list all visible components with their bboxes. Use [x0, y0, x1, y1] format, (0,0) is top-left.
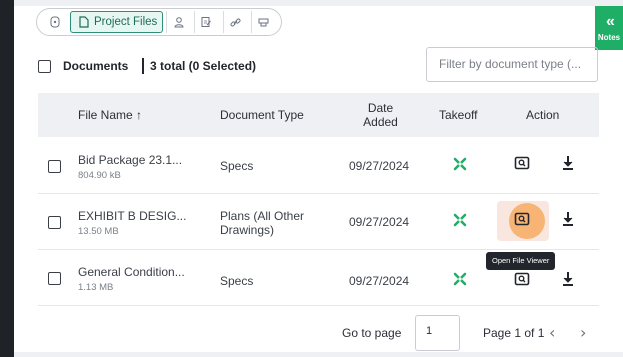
document-type: Specs [220, 274, 254, 288]
column-document-type: Document Type [220, 108, 304, 122]
file-size: 804.90 kB [78, 170, 121, 181]
file-name[interactable]: EXHIBIT B DESIG... [78, 209, 186, 223]
view-file-icon[interactable] [514, 155, 530, 171]
table-row: EXHIBIT B DESIG... 13.50 MB Plans (All O… [38, 194, 599, 250]
sort-arrow-up-icon: ↑ [136, 108, 143, 122]
download-icon[interactable] [562, 155, 574, 171]
document-type-filter[interactable]: Filter by document type (... [426, 47, 598, 82]
bottom-strip [14, 352, 623, 357]
row-checkbox[interactable] [48, 216, 61, 229]
tab-contacts[interactable] [166, 11, 190, 33]
date-added: 09/27/2024 [349, 159, 410, 173]
person-icon [173, 17, 184, 28]
file-icon [79, 16, 89, 28]
header-divider [142, 58, 144, 74]
documents-title: Documents [63, 59, 129, 73]
file-name[interactable]: General Condition... [78, 265, 185, 279]
notes-label: Notes [597, 33, 621, 42]
notes-button[interactable]: « Notes [595, 6, 623, 50]
column-file-name[interactable]: File Name ↑ [78, 108, 142, 122]
table-header: File Name ↑ Document Type Date Added Tak… [38, 93, 599, 137]
takeoff-icon[interactable] [452, 212, 468, 228]
page-of-label: Page 1 of 1 [483, 326, 545, 340]
document-icon [50, 16, 60, 28]
table-row: Bid Package 23.1... 804.90 kB Specs 09/2… [38, 138, 599, 194]
tab-label: Project Files [94, 16, 158, 28]
window-frame-left [0, 0, 14, 357]
tab-project-files[interactable]: Project Files [70, 11, 163, 33]
document-type: Plans (All Other Drawings) [220, 209, 305, 237]
file-name[interactable]: Bid Package 23.1... [78, 153, 182, 167]
double-chevron-left-icon: « [606, 13, 615, 30]
takeoff-icon[interactable] [452, 271, 468, 287]
download-icon[interactable] [562, 211, 574, 227]
file-size: 1.13 MB [78, 282, 114, 293]
link-icon [230, 18, 241, 26]
top-strip [14, 0, 623, 6]
go-to-page-label: Go to page [342, 326, 402, 340]
chevron-right-icon[interactable]: › [580, 323, 586, 342]
tab-links[interactable] [223, 11, 247, 33]
document-type: Specs [220, 159, 254, 173]
column-date-added: Date Added [363, 101, 398, 129]
date-added: 09/27/2024 [349, 274, 410, 288]
clipboard-edit-icon [201, 17, 211, 27]
file-tabs: Project Files [36, 8, 282, 36]
column-action: Action [526, 108, 560, 122]
select-all-checkbox[interactable] [38, 60, 51, 73]
view-file-icon[interactable] [514, 211, 530, 227]
page-number-input[interactable]: 1 [415, 315, 460, 351]
row-checkbox[interactable] [48, 272, 61, 285]
pagination: Go to page 1 Page 1 of 1 ‹ › [38, 312, 599, 352]
view-file-icon[interactable] [514, 271, 530, 287]
row-checkbox[interactable] [48, 160, 61, 173]
chevron-left-icon[interactable]: ‹ [549, 323, 555, 342]
stamp-icon [258, 18, 269, 26]
takeoff-icon[interactable] [452, 156, 468, 172]
tab-stamps[interactable] [251, 11, 275, 33]
documents-total: 3 total (0 Selected) [150, 59, 257, 73]
open-file-viewer-tooltip: Open File Viewer [486, 252, 556, 270]
file-size: 13.50 MB [78, 226, 119, 237]
date-added: 09/27/2024 [349, 215, 410, 229]
tab-documents[interactable] [43, 11, 67, 33]
tab-forms[interactable] [194, 11, 218, 33]
download-icon[interactable] [562, 271, 574, 287]
column-takeoff: Takeoff [439, 108, 478, 122]
